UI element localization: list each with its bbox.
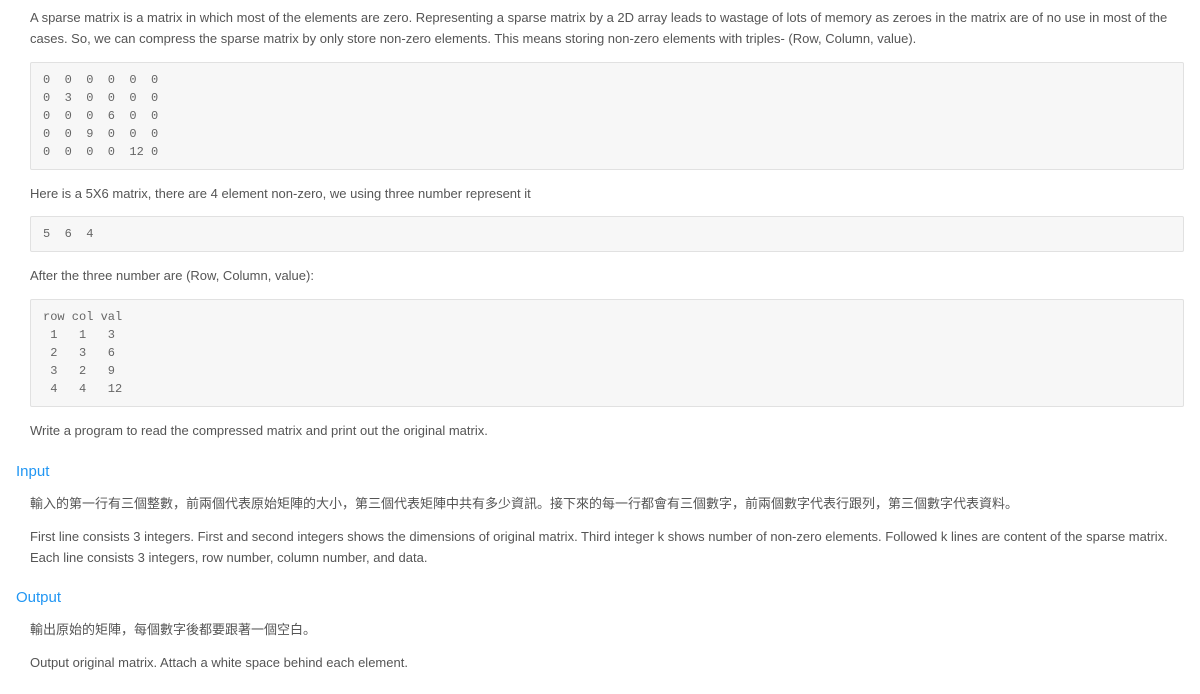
input-zh: 輸入的第一行有三個整數，前兩個代表原始矩陣的大小，第三個代表矩陣中共有多少資訊。… <box>30 494 1184 515</box>
header-triple-block: 5 6 4 <box>30 216 1184 252</box>
task-paragraph: Write a program to read the compressed m… <box>30 421 1184 442</box>
triples-caption: After the three number are (Row, Column,… <box>30 266 1184 287</box>
output-zh: 輸出原始的矩陣，每個數字後都要跟著一個空白。 <box>30 620 1184 641</box>
input-en: First line consists 3 integers. First an… <box>30 527 1184 569</box>
problem-description: A sparse matrix is a matrix in which mos… <box>16 8 1184 674</box>
intro-paragraph: A sparse matrix is a matrix in which mos… <box>30 8 1184 50</box>
output-heading: Output <box>16 586 1184 610</box>
input-heading: Input <box>16 460 1184 484</box>
matrix-example-block: 0 0 0 0 0 0 0 3 0 0 0 0 0 0 0 6 0 0 0 0 … <box>30 62 1184 170</box>
matrix-caption: Here is a 5X6 matrix, there are 4 elemen… <box>30 184 1184 205</box>
output-en: Output original matrix. Attach a white s… <box>30 653 1184 674</box>
triples-block: row col val 1 1 3 2 3 6 3 2 9 4 4 12 <box>30 299 1184 407</box>
